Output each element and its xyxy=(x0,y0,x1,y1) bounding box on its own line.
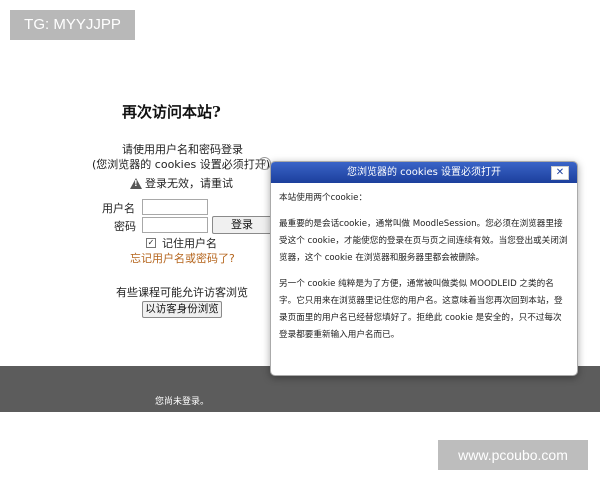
remember-label: 记住用户名 xyxy=(162,237,217,250)
password-input[interactable] xyxy=(142,217,208,233)
remember-checkbox[interactable]: ✓ xyxy=(146,238,156,248)
dialog-paragraph: 本站使用两个cookie： xyxy=(279,193,368,203)
guest-login-button[interactable]: 以访客身份浏览 xyxy=(142,301,222,318)
dialog-paragraph: 另一个 cookie 纯粹是为了方便，通常被叫做类似 MOODLEID 之类的名… xyxy=(279,279,563,340)
dialog-header: 您浏览器的 cookies 设置必须打开 ✕ xyxy=(271,162,577,183)
guest-hint: 有些课程可能允许访客浏览 xyxy=(116,286,248,299)
warning-icon: ! xyxy=(130,177,142,189)
close-icon[interactable]: ✕ xyxy=(551,166,569,180)
login-hint: 请使用用户名和密码登录 xyxy=(122,143,243,156)
remember-username[interactable]: ✓ 记住用户名 xyxy=(146,235,217,251)
cookie-hint: (您浏览器的 cookies 设置必须打开) xyxy=(92,158,271,171)
dialog-title: 您浏览器的 cookies 设置必须打开 xyxy=(346,167,502,178)
password-label: 密码 xyxy=(114,220,136,233)
login-status: 您尚未登录。 xyxy=(155,397,210,407)
page-title: 再次访问本站? xyxy=(122,103,221,121)
username-label: 用户名 xyxy=(102,202,135,215)
dialog-body: 本站使用两个cookie： 最重要的是会话cookie，通常叫做 MoodleS… xyxy=(271,183,577,360)
username-input[interactable] xyxy=(142,199,208,215)
login-error-text: 登录无效，请重试 xyxy=(145,177,233,190)
watermark: www.pcoubo.com xyxy=(438,440,588,470)
login-error: ! 登录无效，请重试 xyxy=(130,175,233,191)
overlay-tag: TG: MYYJJPP xyxy=(10,10,135,40)
dialog-paragraph: 最重要的是会话cookie，通常叫做 MoodleSession。您必须在浏览器… xyxy=(279,219,568,263)
forgot-password-link[interactable]: 忘记用户名或密码了? xyxy=(130,250,235,266)
login-button[interactable]: 登录 xyxy=(212,216,272,234)
cookie-help-dialog: 您浏览器的 cookies 设置必须打开 ✕ 本站使用两个cookie： 最重要… xyxy=(270,161,578,376)
